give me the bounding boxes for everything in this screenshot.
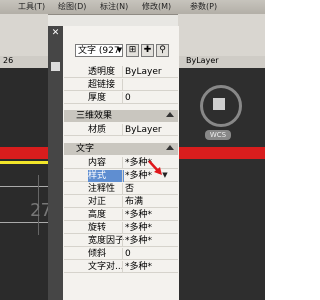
- viewcube-face[interactable]: [213, 98, 225, 110]
- property-key: 注释性: [88, 184, 116, 194]
- toggle-pickadd-button[interactable]: ⊞: [126, 44, 139, 57]
- property-key: 倾斜: [88, 249, 107, 259]
- property-key: 内容: [88, 158, 107, 168]
- property-key: 宽度因子: [88, 236, 124, 246]
- section-label: 文字: [76, 144, 95, 154]
- property-row[interactable]: 旋转 *多种*: [64, 222, 178, 234]
- menu-bar: 工具(T) 绘图(D) 标注(N) 修改(M) 参数(P): [0, 0, 265, 15]
- property-value[interactable]: ByLayer: [122, 66, 176, 78]
- property-value[interactable]: *多种*: [122, 209, 176, 221]
- viewcube-icon[interactable]: [200, 85, 242, 127]
- wcs-button[interactable]: WCS: [205, 130, 231, 140]
- section-3d-effects[interactable]: 三维效果: [64, 110, 178, 122]
- drawing-area-left[interactable]: [0, 68, 48, 300]
- property-value[interactable]: *多种*: [122, 261, 176, 273]
- property-value[interactable]: 否: [122, 183, 176, 195]
- property-row[interactable]: 宽度因子 *多种*: [64, 235, 178, 247]
- cad-window: 工具(T) 绘图(D) 标注(N) 修改(M) 参数(P) 26 27 ByLa…: [0, 0, 265, 300]
- property-row[interactable]: 文字对... *多种*: [64, 261, 178, 273]
- section-label: 三维效果: [76, 111, 113, 121]
- select-objects-button[interactable]: ✚: [141, 44, 154, 57]
- right-toolbar-area: [178, 14, 265, 56]
- menu-item-tools[interactable]: 工具(T): [18, 1, 45, 12]
- property-row[interactable]: 倾斜 0: [64, 248, 178, 260]
- collapse-icon[interactable]: [166, 145, 174, 150]
- property-row[interactable]: 透明度 ByLayer: [64, 66, 178, 78]
- yellow-line-left: [0, 161, 48, 164]
- property-value[interactable]: *多种*: [122, 235, 176, 247]
- property-row[interactable]: 对正 布满: [64, 196, 178, 208]
- menu-item-modify[interactable]: 修改(M): [142, 1, 171, 12]
- property-key: 高度: [88, 210, 107, 220]
- property-value[interactable]: 0: [122, 92, 176, 104]
- quick-select-button[interactable]: ⚲: [156, 44, 169, 57]
- left-toolbar-area: [0, 14, 48, 56]
- property-key: 对正: [88, 197, 107, 207]
- red-line-right: [178, 147, 265, 159]
- right-ruler-label: ByLayer: [186, 56, 219, 65]
- property-row[interactable]: 高度 *多种*: [64, 209, 178, 221]
- property-key: 透明度: [88, 67, 116, 77]
- property-key: 文字对...: [88, 262, 124, 272]
- grid-line: [0, 222, 48, 223]
- property-key: 样式: [88, 170, 124, 182]
- property-row[interactable]: 注释性 否: [64, 183, 178, 195]
- property-value[interactable]: ByLayer: [122, 124, 176, 136]
- grid-line: [0, 186, 48, 187]
- property-value[interactable]: 0: [122, 248, 176, 260]
- menu-item-parameter[interactable]: 参数(P): [190, 1, 217, 12]
- left-ruler-label: 26: [3, 56, 14, 65]
- property-key: 超链接: [88, 80, 116, 90]
- palette-menu-icon[interactable]: [51, 62, 60, 71]
- property-key: 旋转: [88, 223, 107, 233]
- chevron-down-icon[interactable]: ▼: [116, 44, 123, 57]
- property-value[interactable]: 布满: [122, 196, 176, 208]
- red-arrow-icon: [148, 160, 162, 175]
- section-text[interactable]: 文字: [64, 143, 178, 155]
- property-key: 材质: [88, 125, 107, 135]
- collapse-icon[interactable]: [166, 112, 174, 117]
- property-row[interactable]: 厚度 0: [64, 92, 178, 104]
- menu-item-dimension[interactable]: 标注(N): [100, 1, 128, 12]
- property-row[interactable]: 材质 ByLayer: [64, 124, 178, 136]
- property-key: 厚度: [88, 93, 107, 103]
- red-line-left: [0, 147, 48, 159]
- close-icon[interactable]: ✕: [50, 28, 61, 39]
- menu-item-draw[interactable]: 绘图(D): [58, 1, 86, 12]
- property-value[interactable]: *多种*: [122, 222, 176, 234]
- property-row[interactable]: 超链接: [64, 79, 178, 91]
- property-value[interactable]: [122, 79, 176, 91]
